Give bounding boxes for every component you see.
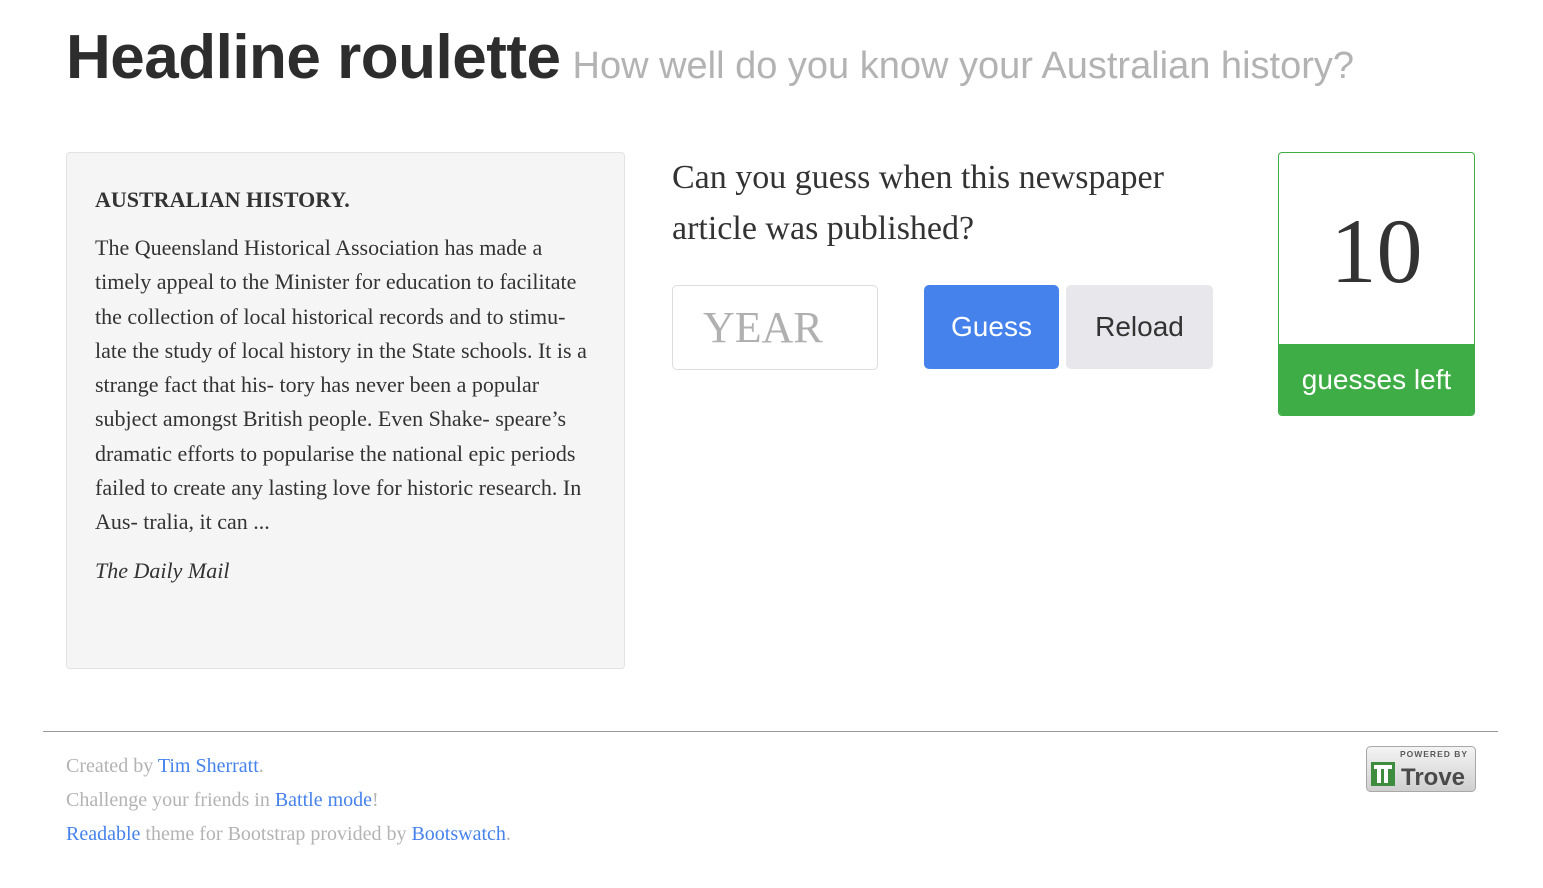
readable-theme-link[interactable]: Readable [66, 823, 140, 845]
powered-by-trove-badge[interactable]: POWERED BY Trove [1366, 746, 1476, 792]
footer-line-credit: Created by Tim Sherratt. [66, 749, 511, 783]
footer-line-battle: Challenge your friends in Battle mode! [66, 783, 511, 817]
article-heading: AUSTRALIAN HISTORY. [95, 187, 350, 212]
footer-divider [43, 731, 1498, 732]
article-source: The Daily Mail [95, 557, 230, 583]
trove-logo-icon [1371, 762, 1395, 786]
page-subtitle: How well do you know your Australian his… [572, 45, 1355, 87]
guesses-counter: 10 guesses left [1278, 152, 1475, 416]
footer-line-theme: Readable theme for Bootstrap provided by… [66, 817, 511, 851]
reload-button[interactable]: Reload [1066, 285, 1213, 369]
bootswatch-link[interactable]: Bootswatch [411, 823, 505, 845]
article-body: The Queensland Historical Association ha… [95, 235, 587, 535]
page-title: Headline roulette [66, 23, 561, 92]
badge-brand-text: Trove [1401, 764, 1465, 791]
battle-mode-link[interactable]: Battle mode [275, 789, 372, 811]
question-text: Can you guess when this newspaper articl… [672, 159, 1164, 247]
guesses-left-count: 10 [1330, 200, 1423, 302]
badge-powered-by-text: POWERED BY [1400, 749, 1468, 759]
footer: Created by Tim Sherratt. Challenge your … [66, 749, 511, 851]
footer-theme-suffix: . [505, 823, 511, 845]
guesses-left-label: guesses left [1279, 344, 1474, 415]
author-link[interactable]: Tim Sherratt [158, 755, 259, 777]
footer-credit-prefix: Created by [66, 755, 158, 777]
page-header: Headline roulette How well do you know yo… [66, 22, 1354, 93]
footer-theme-middle: theme for Bootstrap provided by [140, 823, 412, 845]
page: Headline roulette How well do you know yo… [0, 0, 1543, 888]
footer-credit-suffix: . [258, 755, 264, 777]
guess-button[interactable]: Guess [924, 285, 1059, 369]
year-input[interactable] [672, 285, 878, 370]
footer-battle-suffix: ! [372, 789, 379, 811]
footer-battle-prefix: Challenge your friends in [66, 789, 275, 811]
article-card: AUSTRALIAN HISTORY. The Queensland Histo… [66, 152, 625, 669]
